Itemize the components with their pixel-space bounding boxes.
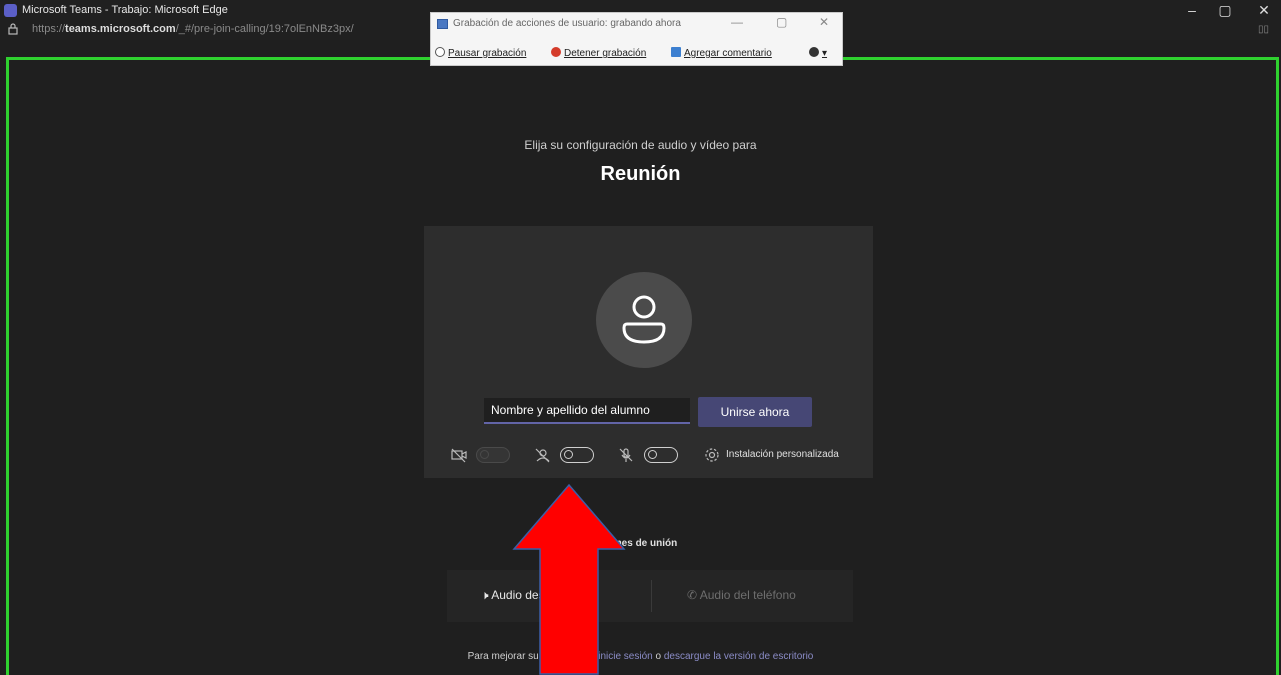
steps-recorder-window: Grabación de acciones de usuario: graban… <box>430 12 843 66</box>
mic-toggle[interactable] <box>644 447 678 463</box>
lock-icon <box>8 23 18 35</box>
mic-off-icon <box>619 448 633 462</box>
device-controls: Instalación personalizada <box>424 444 873 466</box>
help-icon <box>809 47 819 57</box>
stop-recording-button[interactable]: Detener grabación <box>551 47 646 59</box>
prejoin-subtitle: Elija su configuración de audio y vídeo … <box>524 138 757 152</box>
help-button[interactable]: ▾ <box>809 47 827 59</box>
stop-icon <box>551 47 561 57</box>
add-comment-button[interactable]: Agregar comentario <box>671 47 772 59</box>
phone-audio-option[interactable]: ✆ Audio del teléfono <box>687 588 796 602</box>
background-blur-icon <box>535 448 550 463</box>
recorder-title: Grabación de acciones de usuario: graban… <box>453 18 681 29</box>
recorder-close-button[interactable]: ✕ <box>819 15 829 29</box>
teams-app-icon <box>4 4 17 17</box>
recorder-maximize-button[interactable]: ▢ <box>776 15 787 29</box>
red-arrow-annotation <box>512 483 626 675</box>
url-text[interactable]: https://teams.microsoft.com/_#/pre-join-… <box>32 23 354 35</box>
person-icon <box>622 295 666 344</box>
reading-view-icon[interactable]: ▯▯ <box>1258 24 1269 35</box>
comment-icon <box>671 47 681 57</box>
video-preview-panel: Unirse ahora Instalación personalizada <box>424 226 873 478</box>
phone-icon: ✆ <box>687 588 700 602</box>
audio-options-panel: 🕨 Audio desactivado ✆ Audio del teléfono <box>447 570 853 622</box>
pause-icon <box>435 47 445 57</box>
meeting-title: Reunión <box>600 163 681 185</box>
footer-message: Para mejorar su experiencia, inicie sesi… <box>467 651 814 662</box>
name-input[interactable] <box>484 398 690 424</box>
audio-divider <box>651 580 652 612</box>
custom-setup-link[interactable]: Instalación personalizada <box>726 449 839 460</box>
avatar <box>596 272 692 368</box>
camera-off-icon <box>451 448 467 463</box>
recorder-minimize-button[interactable]: — <box>731 15 743 29</box>
join-now-button[interactable]: Unirse ahora <box>698 397 812 427</box>
blur-toggle[interactable] <box>560 447 594 463</box>
recorder-app-icon <box>437 19 448 29</box>
download-desktop-link[interactable]: descargue la versión de escritorio <box>664 651 814 662</box>
recorder-toolbar: Pausar grabación Detener grabación Agreg… <box>431 43 842 63</box>
close-button[interactable]: ✕ <box>1252 2 1276 19</box>
window-title: Microsoft Teams - Trabajo: Microsoft Edg… <box>22 4 228 16</box>
maximize-button[interactable]: ▢ <box>1213 2 1237 19</box>
camera-toggle[interactable] <box>476 447 510 463</box>
speaker-off-icon: 🕨 <box>481 588 492 602</box>
gear-icon[interactable] <box>704 447 720 463</box>
minimize-button[interactable]: – <box>1180 2 1204 18</box>
pause-recording-button[interactable]: Pausar grabación <box>435 47 526 59</box>
